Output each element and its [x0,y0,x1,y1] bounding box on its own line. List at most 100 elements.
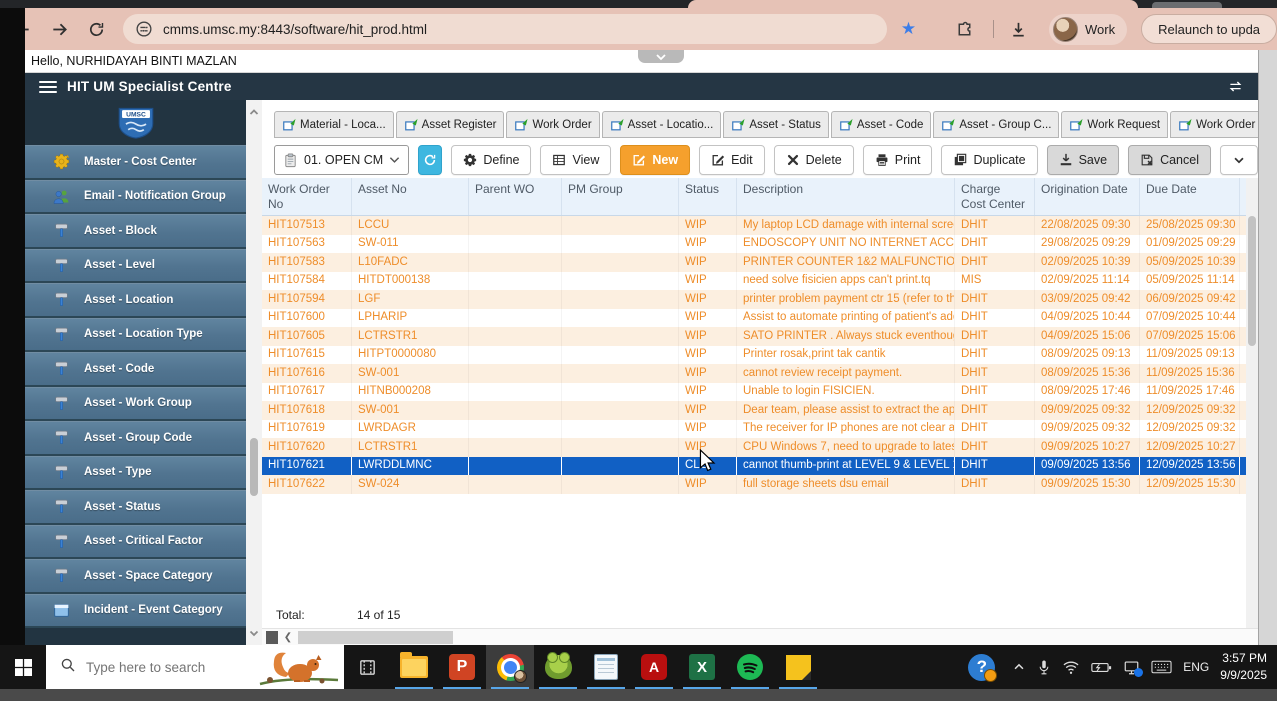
table-row[interactable]: HIT107620LCTRSTR1WIPCPU Windows 7, need … [262,438,1258,457]
taskbar-app-chrome[interactable] [486,645,534,689]
delete-button[interactable]: Delete [774,145,854,175]
table-row[interactable]: HIT107583L10FADCWIPPRINTER COUNTER 1&2 M… [262,253,1258,272]
view-button[interactable]: View [540,145,611,175]
sidebar-item-asset-block[interactable]: Asset - Block [25,214,246,249]
sidebar-item-asset-group-code[interactable]: Asset - Group Code [25,421,246,456]
clock[interactable]: 3:57 PM 9/9/2025 [1220,650,1267,685]
table-row[interactable]: HIT107513LCCUWIPMy laptop LCD damage wit… [262,216,1258,235]
reload-icon[interactable] [82,14,111,44]
column-header-charge-cost-center[interactable]: Charge Cost Center [955,178,1035,215]
taskbar-app-acrobat[interactable]: A [630,645,678,689]
taskbar-app-sticky-notes[interactable] [774,645,822,689]
taskbar-app-toad[interactable] [534,645,582,689]
tab-work-request-7[interactable]: Work Request [1061,111,1168,138]
content-vertical-scrollbar-left[interactable] [246,100,262,645]
refresh-button[interactable] [418,145,442,175]
table-row[interactable]: HIT107615HITPT0000080WIPPrinter rosak,pr… [262,346,1258,365]
tab-asset-register-1[interactable]: Asset Register [396,111,505,138]
column-header-due-date[interactable]: Due Date [1140,178,1240,215]
taskbar-search[interactable] [46,645,344,689]
search-input[interactable] [84,659,234,676]
sidebar-item-asset-level[interactable]: Asset - Level [25,249,246,284]
sidebar-item-asset-status[interactable]: Asset - Status [25,490,246,525]
sync-icon[interactable] [1227,78,1244,100]
table-row[interactable]: HIT107621LWRDDLMNCCLOcannot thumb-print … [262,457,1258,476]
tab-material-loca-0[interactable]: Material - Loca... [274,111,394,138]
browser-profile-chip[interactable]: Work [1049,14,1127,45]
new-button[interactable]: New [620,145,690,175]
sidebar-item-asset-space-category[interactable]: Asset - Space Category [25,559,246,594]
task-view-icon[interactable] [344,645,390,689]
sidebar-item-asset-code[interactable]: Asset - Code [25,352,246,387]
tab-work-order-2[interactable]: Work Order [506,111,599,138]
table-row[interactable]: HIT107600LPHARIPWIPAssist to automate pr… [262,309,1258,328]
sidebar-item-asset-critical-factor[interactable]: Asset - Critical Factor [25,525,246,560]
table-row[interactable]: HIT107616SW-001WIPcannot review receipt … [262,364,1258,383]
wifi-icon[interactable] [1062,660,1080,675]
browser-active-tab[interactable] [688,0,1138,8]
edit-button[interactable]: Edit [699,145,765,175]
tab-asset-code-5[interactable]: Asset - Code [831,111,931,138]
forward-icon[interactable] [45,14,74,44]
print-button[interactable]: Print [863,145,933,175]
column-header-pm-group[interactable]: PM Group [562,178,679,215]
column-header-origination-date[interactable]: Origination Date [1035,178,1140,215]
sidebar-item-asset-type[interactable]: Asset - Type [25,456,246,491]
relaunch-button[interactable]: Relaunch to upda [1141,14,1277,44]
battery-icon[interactable] [1091,661,1112,674]
window-right-edge[interactable] [1258,50,1277,645]
column-header-description[interactable]: Description [737,178,955,215]
column-header-asset-no[interactable]: Asset No [352,178,469,215]
scrollbar-thumb[interactable] [298,631,453,644]
table-row[interactable]: HIT107622SW-024WIPfull storage sheets ds… [262,475,1258,494]
bookmark-star-icon[interactable]: ★ [901,19,916,39]
table-horizontal-scrollbar[interactable]: ❮ [262,628,1258,645]
downloads-icon[interactable] [1004,14,1033,44]
table-row[interactable]: HIT107584HITDT000138WIPneed solve fisici… [262,272,1258,291]
microphone-icon[interactable] [1037,659,1051,676]
touch-keyboard-icon[interactable] [1151,660,1172,674]
cancel-button[interactable]: Cancel [1128,145,1211,175]
sidebar-item-asset-work-group[interactable]: Asset - Work Group [25,387,246,422]
sidebar-item-asset-location[interactable]: Asset - Location [25,283,246,318]
collapse-topbar-toggle[interactable] [638,50,684,63]
table-row[interactable]: HIT107617HITNB000208WIPUnable to login F… [262,383,1258,402]
sidebar-item-asset-location-type[interactable]: Asset - Location Type [25,318,246,353]
duplicate-button[interactable]: Duplicate [941,145,1037,175]
tab-work-order-8[interactable]: Work Order [1170,111,1258,138]
scroll-up-icon[interactable] [248,106,260,118]
scroll-left-icon[interactable]: ❮ [282,631,294,644]
site-settings-icon[interactable] [135,20,153,38]
help-icon[interactable]: ? [968,654,995,681]
scrollbar-thumb[interactable] [250,438,258,496]
taskbar-app-spotify[interactable] [726,645,774,689]
extensions-icon[interactable] [950,14,979,44]
tab-asset-status-4[interactable]: Asset - Status [723,111,829,138]
more-actions-button[interactable] [1220,145,1258,175]
start-button[interactable] [0,645,46,689]
define-button[interactable]: Define [451,145,531,175]
sidebar-item-master-cost-center[interactable]: Master - Cost Center [25,145,246,180]
scroll-down-icon[interactable] [248,627,260,639]
tray-chevron-up-icon[interactable] [1012,660,1026,674]
column-header-parent-wo[interactable]: Parent WO [469,178,562,215]
address-bar[interactable]: cmms.umsc.my:8443/software/hit_prod.html [123,14,887,44]
tab-asset-group-c-6[interactable]: Asset - Group C... [933,111,1059,138]
table-row[interactable]: HIT107594LGFWIPprinter problem payment c… [262,290,1258,309]
menu-icon[interactable] [39,81,57,93]
sidebar-item-email-notification-group[interactable]: Email - Notification Group [25,180,246,215]
table-row[interactable]: HIT107618SW-001WIPDear team, please assi… [262,401,1258,420]
filter-select[interactable]: 01. OPEN CM [274,145,409,175]
column-header-work-order-no[interactable]: Work Order No [262,178,352,215]
table-row[interactable]: HIT107563SW-011WIPENDOSCOPY UNIT NO INTE… [262,235,1258,254]
save-button[interactable]: Save [1047,145,1120,175]
taskbar-app-excel[interactable]: X [678,645,726,689]
pc-sync-icon[interactable] [1123,660,1140,675]
taskbar-app-notepad[interactable] [582,645,630,689]
sidebar-item-incident-event-category[interactable]: Incident - Event Category [25,594,246,629]
tab-asset-locatio-3[interactable]: Asset - Locatio... [602,111,722,138]
table-row[interactable]: HIT107605LCTRSTR1WIPSATO PRINTER . Alway… [262,327,1258,346]
taskbar-app-powerpoint[interactable]: P [438,645,486,689]
taskbar-app-file-explorer[interactable] [390,645,438,689]
column-header-status[interactable]: Status [679,178,737,215]
